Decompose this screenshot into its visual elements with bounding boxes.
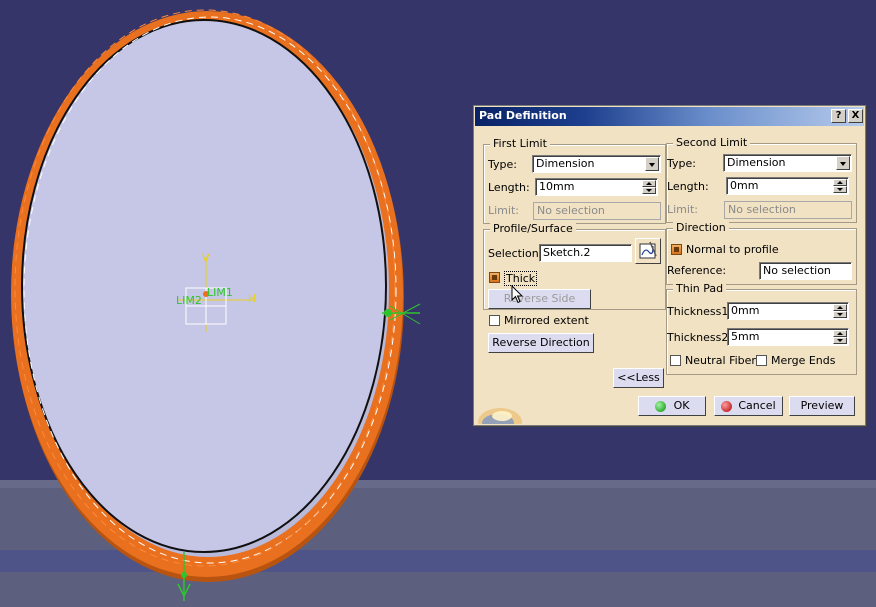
spin-down-icon[interactable]	[833, 311, 847, 318]
less-button[interactable]: <<Less	[613, 368, 664, 388]
normal-to-profile-label: Normal to profile	[686, 243, 779, 256]
profile-selection-field[interactable]: Sketch.2	[539, 244, 632, 262]
chevron-down-icon[interactable]	[645, 157, 659, 171]
thickness1-label: Thickness1:	[667, 305, 733, 318]
ok-button[interactable]: OK	[638, 396, 706, 416]
thickness1-value: 0mm	[731, 304, 760, 317]
dialog-title: Pad Definition	[479, 109, 567, 122]
reverse-direction-button[interactable]: Reverse Direction	[488, 333, 594, 353]
thickness2-input[interactable]: 5mm	[727, 328, 849, 346]
dialog-titlebar[interactable]: Pad Definition ? X	[475, 107, 864, 126]
selection-label: Selection:	[488, 247, 543, 260]
green-dot-icon	[654, 400, 666, 412]
mirrored-extent-checkbox[interactable]	[489, 315, 500, 326]
merge-ends-label: Merge Ends	[771, 354, 836, 367]
profile-surface-legend: Profile/Surface	[490, 222, 576, 235]
catia-logo-icon	[478, 408, 522, 424]
normal-to-profile-checkbox[interactable]	[671, 244, 682, 255]
first-type-dropdown[interactable]: Dimension	[532, 155, 661, 173]
spin-up-icon[interactable]	[642, 180, 656, 187]
merge-ends-checkbox[interactable]	[756, 355, 767, 366]
spin-up-icon[interactable]	[833, 179, 847, 186]
second-length-input[interactable]: 0mm	[726, 177, 849, 195]
v-axis-label: V	[202, 252, 210, 265]
mouse-pointer-icon	[511, 285, 524, 304]
thick-checkbox[interactable]	[489, 272, 500, 283]
reference-label: Reference:	[667, 264, 727, 277]
chevron-down-icon[interactable]	[836, 156, 850, 170]
reference-field[interactable]: No selection	[759, 262, 852, 280]
spin-down-icon[interactable]	[642, 187, 656, 194]
reverse-side-button[interactable]: Reverse Side	[488, 289, 591, 309]
second-type-dropdown[interactable]: Dimension	[723, 154, 852, 172]
thick-label: Thick	[504, 271, 538, 286]
ok-label: OK	[673, 399, 690, 412]
preview-button[interactable]: Preview	[789, 396, 855, 416]
first-limit-label: Limit:	[488, 204, 519, 217]
thickness1-input[interactable]: 0mm	[727, 302, 849, 320]
neutral-fiber-checkbox[interactable]	[670, 355, 681, 366]
pad-definition-dialog: Pad Definition ? X First Limit Type: Dim…	[473, 105, 866, 426]
second-length-value: 0mm	[730, 179, 759, 192]
spin-up-icon[interactable]	[833, 330, 847, 337]
h-axis-label: H	[248, 292, 256, 305]
second-type-value: Dimension	[727, 156, 786, 169]
second-limit-selection-field[interactable]: No selection	[724, 201, 852, 219]
lim2-label: LIM2	[176, 294, 202, 307]
first-length-input[interactable]: 10mm	[535, 178, 658, 196]
thin-pad-legend: Thin Pad	[673, 282, 727, 295]
second-limit-legend: Second Limit	[673, 136, 751, 149]
red-dot-icon	[721, 400, 733, 412]
neutral-fiber-label: Neutral Fiber	[685, 354, 756, 367]
close-button[interactable]: X	[848, 109, 863, 123]
second-limit-label: Limit:	[667, 203, 698, 216]
sketcher-icon	[639, 241, 657, 259]
sketcher-button[interactable]	[635, 238, 661, 264]
mirrored-extent-label: Mirrored extent	[504, 314, 589, 327]
first-limit-legend: First Limit	[490, 137, 550, 150]
thickness2-label: Thickness2:	[667, 331, 733, 344]
cancel-label: Cancel	[738, 399, 776, 412]
first-limit-selection-field[interactable]: No selection	[533, 202, 661, 220]
help-button[interactable]: ?	[831, 109, 846, 123]
direction-legend: Direction	[673, 221, 729, 234]
thickness2-value: 5mm	[731, 330, 760, 343]
first-length-label: Length:	[488, 181, 530, 194]
cancel-button[interactable]: Cancel	[714, 396, 783, 416]
spin-up-icon[interactable]	[833, 304, 847, 311]
spin-down-icon[interactable]	[833, 186, 847, 193]
first-length-value: 10mm	[539, 180, 575, 193]
first-type-label: Type:	[488, 158, 517, 171]
first-type-value: Dimension	[536, 157, 595, 170]
second-type-label: Type:	[667, 157, 696, 170]
spin-down-icon[interactable]	[833, 337, 847, 344]
second-length-label: Length:	[667, 180, 709, 193]
lim1-label: LIM1	[207, 286, 233, 299]
